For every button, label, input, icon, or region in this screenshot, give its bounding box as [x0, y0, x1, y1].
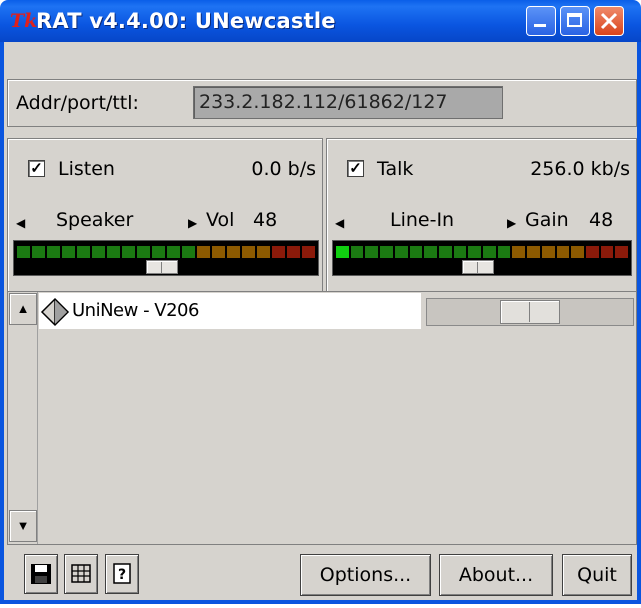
meter-cell	[212, 246, 225, 258]
meter-cell	[197, 246, 210, 258]
meter-cell	[512, 246, 526, 258]
meter-cell	[336, 246, 349, 258]
gain-value: 48	[589, 209, 614, 231]
meter-cell	[32, 246, 45, 258]
output-level-meter	[13, 240, 319, 276]
floppy-disk-icon	[31, 564, 51, 584]
help-icon: ?	[113, 563, 131, 584]
volume-slider-thumb[interactable]	[146, 260, 178, 274]
maximize-icon	[567, 13, 582, 27]
listen-label: Listen	[58, 158, 115, 180]
meter-cell	[257, 246, 270, 258]
meter-cell	[615, 246, 629, 258]
address-field[interactable]: 233.2.182.112/61862/127	[193, 86, 503, 119]
gain-label: Gain	[525, 209, 569, 231]
scroll-up-button[interactable]: ▲	[9, 293, 37, 325]
talk-label: Talk	[377, 158, 414, 180]
speaker-prev-arrow[interactable]: ◀	[16, 211, 25, 235]
meter-cell	[527, 246, 540, 258]
listen-checkbox[interactable]: ✓	[28, 160, 45, 177]
input-device-label: Line-In	[390, 209, 455, 231]
meter-cell	[468, 246, 482, 258]
talk-checkbox[interactable]: ✓	[347, 160, 364, 177]
minimize-button[interactable]	[526, 6, 556, 36]
meter-cell	[380, 246, 393, 258]
meter-cell	[600, 246, 614, 258]
save-button[interactable]	[24, 554, 58, 594]
participant-volume-slider[interactable]	[426, 298, 634, 326]
participant-volume-thumb[interactable]	[500, 300, 560, 324]
meter-cell	[182, 246, 195, 258]
meter-cell	[350, 246, 364, 258]
window-frame: Addr/port/ttl: 233.2.182.112/61862/127 ✓…	[0, 42, 641, 604]
grid-icon	[71, 564, 91, 583]
meter-cell	[571, 246, 584, 258]
meter-cell	[137, 246, 150, 258]
meter-cell	[453, 246, 467, 258]
participant-row[interactable]: UniNew - V206	[39, 293, 421, 329]
options-button[interactable]: Options...	[300, 554, 431, 596]
list-scrollbar[interactable]: ▲ ▼	[8, 292, 38, 544]
about-button[interactable]: About...	[439, 554, 553, 596]
meter-cell	[47, 246, 60, 258]
meter-cell	[497, 246, 511, 258]
svg-text:?: ?	[118, 567, 126, 583]
maximize-button[interactable]	[560, 6, 590, 36]
gain-slider-thumb[interactable]	[462, 260, 494, 274]
meter-cell	[394, 246, 408, 258]
meter-cell	[92, 246, 105, 258]
address-label: Addr/port/ttl:	[16, 92, 139, 114]
volume-label: Vol	[206, 209, 235, 231]
meter-cell	[122, 246, 135, 258]
meter-cell	[167, 246, 180, 258]
participant-name: UniNew - V206	[72, 300, 199, 321]
quit-button[interactable]: Quit	[562, 554, 632, 596]
meter-cell	[272, 246, 285, 258]
close-button[interactable]	[594, 6, 624, 36]
receive-rate: 0.0 b/s	[251, 158, 316, 180]
close-icon	[600, 12, 618, 30]
participant-list: ▲ ▼ UniNew - V206	[7, 291, 637, 545]
meter-cell	[17, 246, 30, 258]
meter-cell	[541, 246, 555, 258]
meter-cell	[438, 246, 452, 258]
rat-window: Tk RAT v4.4.00: UNewcastle Addr/port/ttl…	[0, 0, 641, 604]
window-title: RAT v4.4.00: UNewcastle	[36, 9, 336, 33]
meter-cell	[365, 246, 379, 258]
output-device-label: Speaker	[56, 209, 134, 231]
meter-cell	[424, 246, 437, 258]
help-button[interactable]: ?	[105, 554, 139, 594]
scroll-down-button[interactable]: ▼	[9, 510, 37, 542]
speaker-next-arrow[interactable]: ▶	[188, 211, 197, 235]
meter-cell	[242, 246, 255, 258]
tk-logo-icon: Tk	[10, 10, 38, 32]
address-panel: Addr/port/ttl: 233.2.182.112/61862/127	[7, 79, 637, 127]
transmit-rate: 256.0 kb/s	[530, 158, 630, 180]
meter-cell	[483, 246, 496, 258]
input-level-meter	[332, 240, 632, 276]
meter-cell	[227, 246, 240, 258]
title-bar[interactable]: Tk RAT v4.4.00: UNewcastle	[0, 0, 641, 42]
input-prev-arrow[interactable]: ◀	[335, 211, 344, 235]
meter-cell	[77, 246, 90, 258]
volume-value: 48	[253, 209, 278, 231]
participant-diamond-icon	[40, 297, 70, 327]
meter-cell	[152, 246, 165, 258]
meter-cell	[302, 246, 315, 258]
minimize-icon	[534, 24, 546, 27]
meter-cell	[409, 246, 423, 258]
client-area: Addr/port/ttl: 233.2.182.112/61862/127 ✓…	[4, 42, 637, 600]
meter-cell	[62, 246, 75, 258]
meter-cell	[287, 246, 300, 258]
meter-cell	[107, 246, 120, 258]
meter-cell	[556, 246, 570, 258]
grid-button[interactable]	[64, 554, 98, 594]
meter-cell	[585, 246, 599, 258]
input-next-arrow[interactable]: ▶	[507, 211, 516, 235]
